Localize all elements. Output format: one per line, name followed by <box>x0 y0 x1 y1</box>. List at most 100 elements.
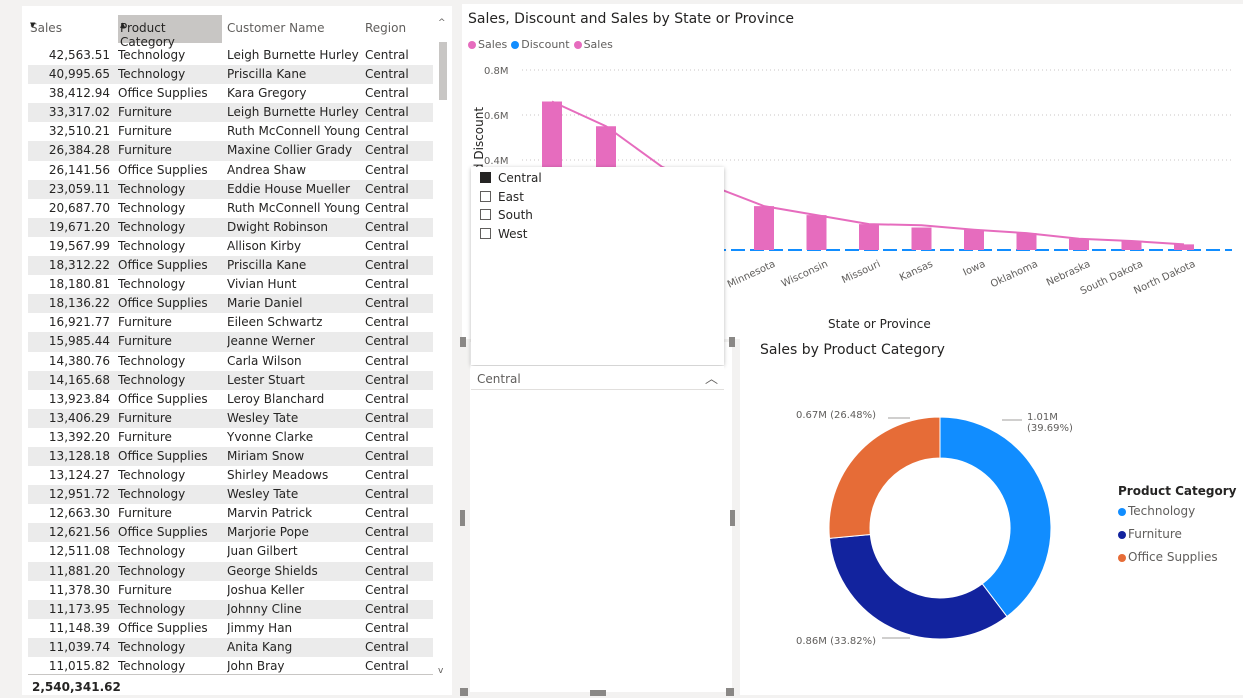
resize-handle[interactable] <box>729 337 735 347</box>
slicer-option-label: Central <box>498 171 542 185</box>
slicer-option-label: East <box>498 189 524 204</box>
donut-legend: Product Category Technology Furniture Offi… <box>1118 484 1236 573</box>
legend-item[interactable]: Sales <box>573 38 613 51</box>
table-row[interactable]: 23,059.11 Technology Eddie House Mueller Ce… <box>28 179 433 199</box>
donut-slice-office-supplies[interactable] <box>828 416 941 539</box>
table-row[interactable]: 38,412.94 Office Supplies Kara Gregory Cent… <box>28 84 433 103</box>
legend-dot-icon <box>573 41 582 49</box>
cell-region: Central <box>365 105 409 120</box>
table-row[interactable]: 11,039.74 Technology Anita Kang Central <box>28 637 433 657</box>
table-row[interactable]: 12,621.56 Office Supplies Marjorie Pope Cen… <box>28 523 433 543</box>
scroll-thumb[interactable] <box>439 42 447 100</box>
resize-handle[interactable] <box>460 688 468 696</box>
legend-label: Office Supplies <box>1128 550 1218 564</box>
cell-sales: 12,621.56 <box>48 525 110 540</box>
donut-chart[interactable]: Sales by Product Category 1.01M (39.69%)… <box>740 338 1243 695</box>
table-row[interactable]: 13,392.20 Furniture Yvonne Clarke Central <box>28 428 433 447</box>
cell-sales: 12,511.08 <box>48 544 110 559</box>
table-row[interactable]: 18,136.22 Office Supplies Marie Daniel Cent… <box>28 294 433 314</box>
cell-region: Central <box>365 258 409 273</box>
table-row[interactable]: 12,511.08 Technology Juan Gilbert Central <box>28 542 433 561</box>
table-row[interactable]: 11,881.20 Technology George Shields Central <box>28 561 433 581</box>
legend-label: Technology <box>1128 504 1196 518</box>
cell-sales: 13,392.20 <box>48 429 110 444</box>
cell-sales: 40,995.65 <box>48 67 110 82</box>
scroll-down-icon[interactable]: v <box>438 666 443 676</box>
table-scrollbar[interactable]: ^ v <box>435 16 449 682</box>
x-tick-label: Oklahoma <box>989 259 1040 290</box>
resize-handle[interactable] <box>730 510 735 526</box>
header-customer-name[interactable]: Customer Name <box>227 15 359 43</box>
table-row[interactable]: 18,312.22 Office Supplies Priscilla Kane Ce… <box>28 256 433 276</box>
cell-sales: 33,317.02 <box>48 105 110 120</box>
header-sales[interactable]: Sales <box>30 15 115 43</box>
cell-region: Central <box>365 67 409 82</box>
scroll-up-icon[interactable]: ^ <box>438 18 446 28</box>
checkbox-icon[interactable] <box>480 209 491 220</box>
resize-handle[interactable] <box>460 337 466 347</box>
sort-asc-icon: ▲ <box>120 21 126 29</box>
table-row[interactable]: 11,378.30 Furniture Joshua Keller Central <box>28 581 433 600</box>
legend-item[interactable]: Sales <box>468 38 507 51</box>
table-row[interactable]: 12,951.72 Technology Wesley Tate Central <box>28 485 433 505</box>
table-row[interactable]: 12,663.30 Furniture Marvin Patrick Central <box>28 504 433 523</box>
cell-category: Office Supplies <box>118 296 208 311</box>
table-row[interactable]: 40,995.65 Technology Priscilla Kane Central <box>28 65 433 85</box>
table-row[interactable]: 13,124.27 Technology Shirley Meadows Centra… <box>28 466 433 485</box>
cell-sales: 14,165.68 <box>48 372 110 387</box>
table-row[interactable]: 14,380.76 Technology Carla Wilson Central <box>28 352 433 371</box>
header-product-category[interactable]: Product Category <box>118 15 222 49</box>
chevron-up-icon[interactable]: ︿ <box>705 368 718 387</box>
cell-category: Office Supplies <box>118 525 208 540</box>
table-row[interactable]: 15,985.44 Furniture Jeanne Werner Central <box>28 332 433 352</box>
slicer-option-west[interactable]: West <box>480 227 528 241</box>
x-tick-label: Iowa <box>961 259 987 279</box>
table-row[interactable]: 19,567.99 Technology Allison Kirby Central <box>28 237 433 256</box>
header-region[interactable]: Region <box>365 15 415 43</box>
slicer-option-central[interactable]: Central <box>480 171 542 185</box>
cell-region: Central <box>365 601 409 616</box>
donut-slice-furniture[interactable] <box>828 533 1008 640</box>
table-row[interactable]: 20,687.70 Technology Ruth McConnell Young C… <box>28 199 433 218</box>
checkbox-icon[interactable] <box>480 172 491 183</box>
table-body: 42,563.51 Technology Leigh Burnette Hurley… <box>28 46 433 676</box>
legend-item[interactable]: Office Supplies <box>1118 550 1236 564</box>
table-row[interactable]: 42,563.51 Technology Leigh Burnette Hurley… <box>28 46 433 65</box>
resize-handle[interactable] <box>590 690 606 696</box>
checkbox-icon[interactable] <box>480 227 491 239</box>
table-row[interactable]: 32,510.21 Furniture Ruth McConnell Young Ce… <box>28 122 433 141</box>
table-row[interactable]: 26,141.56 Office Supplies Andrea Shaw Centr… <box>28 161 433 180</box>
cell-region: Central <box>365 124 409 139</box>
resize-handle[interactable] <box>460 510 465 526</box>
table-row[interactable]: 33,317.02 Furniture Leigh Burnette Hurley C… <box>28 103 433 123</box>
table-row[interactable]: 11,148.39 Office Supplies Jimmy Han Central <box>28 619 433 638</box>
cell-category: Office Supplies <box>118 258 208 273</box>
resize-handle[interactable] <box>726 688 734 696</box>
table-row[interactable]: 13,923.84 Office Supplies Leroy Blanchard C… <box>28 390 433 409</box>
legend-item[interactable]: Discount <box>511 38 570 51</box>
table-row[interactable]: 19,671.20 Technology Dwight Robinson Centra… <box>28 217 433 237</box>
donut-slice-technology[interactable] <box>939 416 1052 618</box>
slicer-option-east[interactable]: East <box>480 190 524 204</box>
table-row[interactable]: 26,384.28 Furniture Maxine Collier Grady Ce… <box>28 141 433 161</box>
legend-item[interactable]: Technology <box>1118 504 1236 518</box>
cell-customer: Ruth McConnell Young <box>227 124 359 139</box>
table-row[interactable]: 13,406.29 Furniture Wesley Tate Central <box>28 408 433 428</box>
table-row[interactable]: 11,173.95 Technology Johnny Cline Central <box>28 599 433 619</box>
sales-bar <box>911 227 932 250</box>
cell-region: Central <box>365 372 409 387</box>
cell-customer: Maxine Collier Grady <box>227 143 353 158</box>
table-row[interactable]: 16,921.77 Furniture Eileen Schwartz Central <box>28 313 433 332</box>
table-row[interactable]: 18,180.81 Technology Vivian Hunt Central <box>28 275 433 294</box>
cell-sales: 12,951.72 <box>48 487 110 502</box>
cell-region: Central <box>365 468 409 483</box>
table-row[interactable]: 13,128.18 Office Supplies Miriam Snow Centr… <box>28 446 433 467</box>
legend-item[interactable]: Furniture <box>1118 527 1236 541</box>
checkbox-icon[interactable] <box>480 190 491 202</box>
cell-sales: 15,985.44 <box>48 334 110 349</box>
table-row[interactable]: 14,165.68 Technology Lester Stuart Central <box>28 370 433 390</box>
x-tick-label: Kansas <box>898 259 935 284</box>
slicer-option-south[interactable]: South <box>480 208 533 222</box>
cell-category: Office Supplies <box>118 86 208 101</box>
slicer-dropdown[interactable]: Central ︿ <box>471 366 724 390</box>
